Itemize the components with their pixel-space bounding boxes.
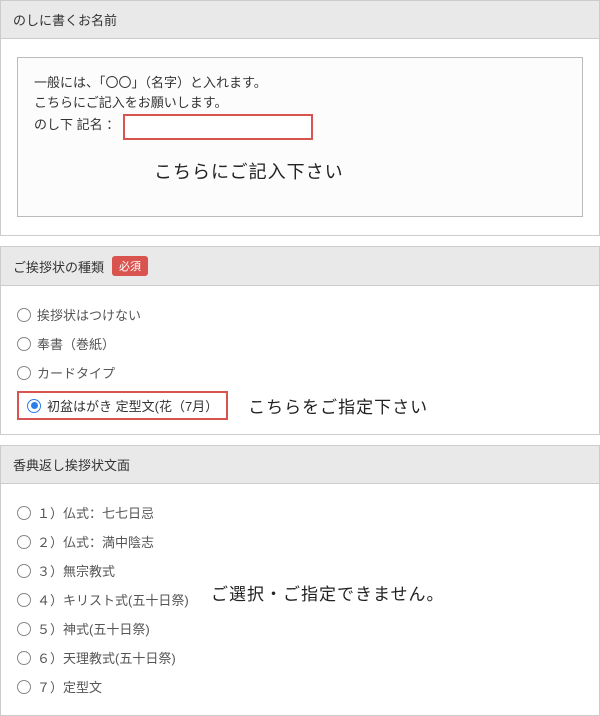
option-label: 初盆はがき 定型文(花（7月）	[47, 396, 218, 415]
radio-icon	[17, 535, 31, 549]
option-label: ４）キリスト式(五十日祭)	[37, 590, 189, 609]
radio-icon	[17, 680, 31, 694]
noshi-note-box: 一般には、「〇〇」（名字）と入れます。 こちらにご記入をお願いします。 のし下 …	[17, 57, 583, 217]
section1-title: のしに書くお名前	[13, 10, 117, 29]
noshi-name-input[interactable]	[123, 114, 313, 140]
section3-header: 香典返し挨拶状文面	[0, 445, 600, 484]
koden-option[interactable]: ６）天理教式(五十日祭)	[17, 643, 583, 672]
greeting-option-highlighted[interactable]: 初盆はがき 定型文(花（7月）	[17, 391, 228, 420]
required-badge: 必須	[112, 256, 148, 276]
section1-hint: こちらにご記入下さい	[154, 160, 566, 185]
section3-hint: ご選択・ご指定できません。	[211, 580, 445, 605]
option-label: ３）無宗教式	[37, 561, 115, 580]
koden-option[interactable]: １）仏式：七七日忌	[17, 498, 583, 527]
option-label: ２）仏式：満中陰志	[37, 532, 154, 551]
greeting-option[interactable]: 奉書（巻紙）	[17, 329, 583, 358]
option-label: １）仏式：七七日忌	[37, 503, 154, 522]
option-label: 挨拶状はつけない	[37, 305, 141, 324]
koden-text-list: １）仏式：七七日忌 ２）仏式：満中陰志 ３）無宗教式 ４）キリスト式(五十日祭)…	[0, 484, 600, 716]
option-label: カードタイプ	[37, 363, 115, 382]
radio-icon	[17, 622, 31, 636]
radio-icon	[17, 366, 31, 380]
section2-hint: こちらをご指定下さい	[248, 393, 428, 418]
option-label: ６）天理教式(五十日祭)	[37, 648, 176, 667]
section2-title: ご挨拶状の種類	[13, 257, 104, 276]
name-prefix: のし下 記名 ：	[34, 114, 123, 134]
koden-option[interactable]: ５）神式(五十日祭)	[17, 614, 583, 643]
koden-option[interactable]: ７）定型文	[17, 672, 583, 701]
section1-header: のしに書くお名前	[0, 0, 600, 39]
greeting-option[interactable]: 挨拶状はつけない	[17, 300, 583, 329]
radio-icon	[17, 593, 31, 607]
section3-title: 香典返し挨拶状文面	[13, 455, 130, 474]
option-label: ７）定型文	[37, 677, 102, 696]
section1-panel: 一般には、「〇〇」（名字）と入れます。 こちらにご記入をお願いします。 のし下 …	[0, 39, 600, 236]
option-label: ５）神式(五十日祭)	[37, 619, 150, 638]
greeting-option[interactable]: カードタイプ	[17, 358, 583, 387]
greeting-type-list: 挨拶状はつけない 奉書（巻紙） カードタイプ 初盆はがき 定型文(花（7月） こ…	[0, 286, 600, 435]
koden-option[interactable]: ２）仏式：満中陰志	[17, 527, 583, 556]
option-label: 奉書（巻紙）	[37, 334, 115, 353]
radio-icon	[27, 399, 41, 413]
section2-header: ご挨拶状の種類 必須	[0, 246, 600, 286]
radio-icon	[17, 337, 31, 351]
radio-icon	[17, 651, 31, 665]
radio-icon	[17, 308, 31, 322]
note-line1: 一般には、「〇〇」（名字）と入れます。	[34, 74, 566, 92]
note-line2: こちらにご記入をお願いします。	[34, 94, 566, 112]
radio-icon	[17, 564, 31, 578]
radio-icon	[17, 506, 31, 520]
